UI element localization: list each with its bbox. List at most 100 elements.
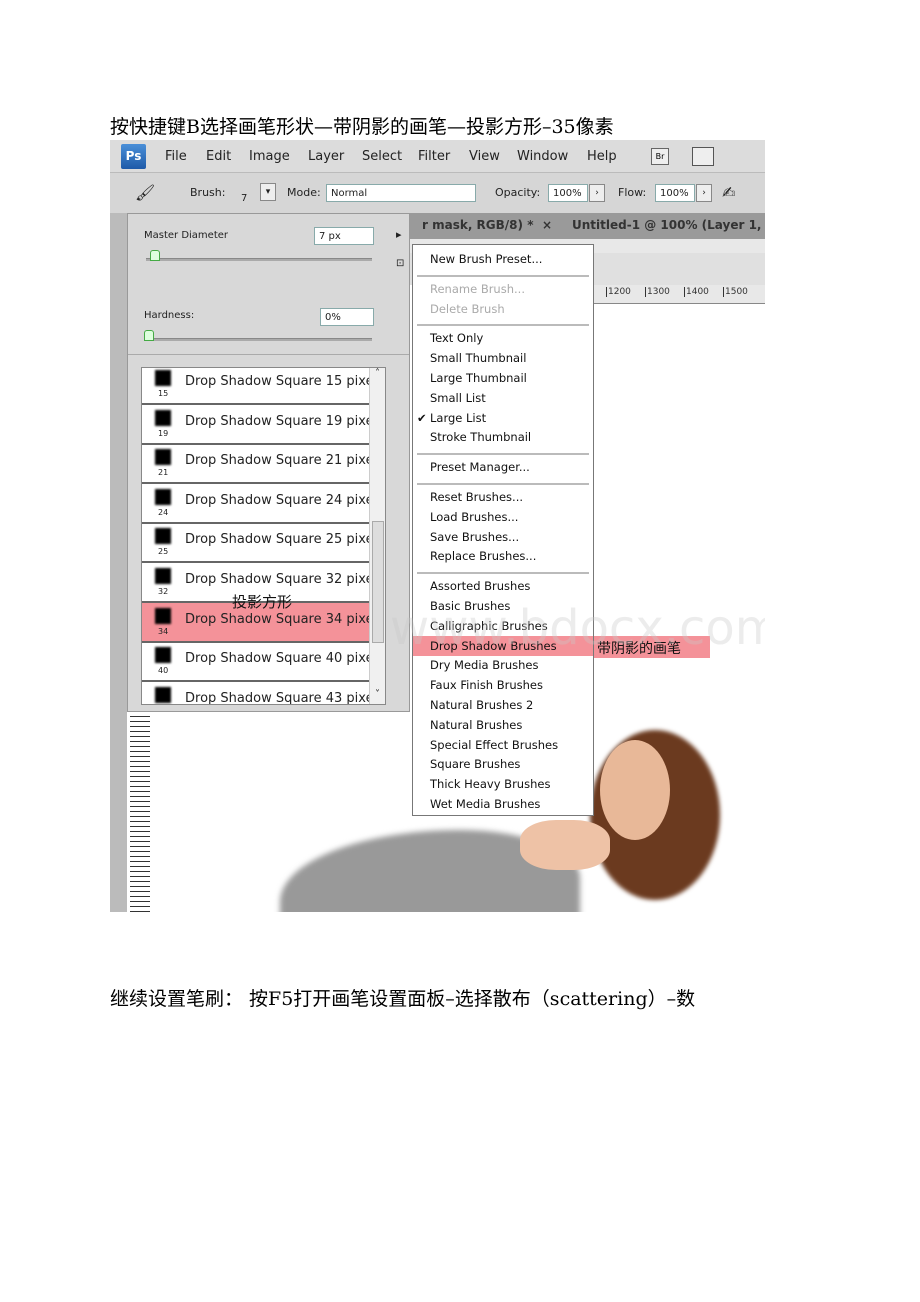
scroll-thumb[interactable] <box>372 521 384 643</box>
brush-picker-button[interactable]: ▾ <box>260 183 276 201</box>
brush-label: Brush: <box>190 186 226 199</box>
menu-item[interactable]: Save Brushes... <box>430 530 519 544</box>
brush-item[interactable]: 25 Drop Shadow Square 25 pixels <box>142 523 384 564</box>
brush-item[interactable]: 40 Drop Shadow Square 40 pixels <box>142 642 384 683</box>
menu-image[interactable]: Image <box>249 149 290 164</box>
top-ruler: 1200 1300 1400 1500 <box>594 285 765 304</box>
hardness-field[interactable]: 0% <box>320 308 374 326</box>
scroll-down-icon[interactable]: ˅ <box>370 689 385 704</box>
flow-field[interactable]: 100% <box>655 184 695 202</box>
menu-item[interactable]: Replace Brushes... <box>430 549 536 563</box>
brush-item[interactable]: 43Drop Shadow Square 43 pixels <box>142 682 384 704</box>
menu-item[interactable]: Large Thumbnail <box>430 371 527 385</box>
tab-document-1[interactable]: r mask, RGB/8) * <box>422 218 533 232</box>
menu-item[interactable]: Natural Brushes <box>430 718 522 732</box>
menu-item[interactable]: Reset Brushes... <box>430 490 523 504</box>
menu-item[interactable]: Special Effect Brushes <box>430 738 558 752</box>
brush-list-scrollbar[interactable]: ˄ ˅ <box>369 368 385 704</box>
menu-layer[interactable]: Layer <box>308 149 344 164</box>
brush-size: 32 <box>158 587 169 596</box>
menu-item[interactable]: Dry Media Brushes <box>430 658 539 672</box>
brush-item[interactable]: 21 Drop Shadow Square 21 pixels <box>142 444 384 485</box>
menu-item[interactable]: Natural Brushes 2 <box>430 698 533 712</box>
menu-window[interactable]: Window <box>517 149 568 164</box>
brush-list: 43Drop Shadow Square 43 pixels 40 Drop Sha… <box>141 367 386 705</box>
mode-label: Mode: <box>287 186 321 199</box>
brush-size: 34 <box>158 626 169 636</box>
menu-item[interactable]: Small Thumbnail <box>430 351 526 365</box>
brush-item[interactable]: 19 Drop Shadow Square 19 pixels <box>142 405 384 445</box>
ruler-tick-label: 1400 <box>684 287 709 297</box>
left-ruler-strip <box>110 213 127 912</box>
hardness-knob[interactable] <box>144 330 154 341</box>
brush-annotation: 投影方形 <box>232 593 293 611</box>
menu-item[interactable]: Faux Finish Brushes <box>430 678 543 692</box>
menu-item[interactable]: Text Only <box>430 331 483 345</box>
brush-item[interactable]: 15 Drop Shadow Square 15 pixels <box>142 368 384 405</box>
menu-help[interactable]: Help <box>587 149 617 164</box>
brush-panel-menu: New Brush Preset... Rename Brush... Delete… <box>412 244 594 816</box>
menu-item[interactable]: Load Brushes... <box>430 510 518 524</box>
opacity-field[interactable]: 100% <box>548 184 588 202</box>
menu-filter[interactable]: Filter <box>418 149 450 164</box>
brush-name: Drop Shadow Square 34 pixels <box>185 611 384 627</box>
ps-logo: Ps <box>121 144 146 169</box>
brush-thumbnail-icon <box>155 647 171 664</box>
menu-view[interactable]: View <box>469 149 500 164</box>
menu-item: Delete Brush <box>430 301 505 316</box>
mode-select[interactable]: Normal <box>326 184 476 202</box>
menu-item[interactable]: Assorted Brushes <box>430 579 530 593</box>
brush-thumbnail-icon <box>155 449 171 466</box>
ruler-tick-label: 1200 <box>606 287 631 297</box>
menu-bar: Ps File Edit Image Layer Select Filter View Win… <box>110 140 765 173</box>
tab-close-icon[interactable]: × <box>542 218 552 232</box>
menu-item[interactable]: Stroke Thumbnail <box>430 430 531 444</box>
menu-item[interactable]: Square Brushes <box>430 757 520 771</box>
menu-file[interactable]: File <box>165 149 187 164</box>
menu-item[interactable]: New Brush Preset... <box>430 252 542 266</box>
panel-menu-arrow-icon[interactable]: ▸ <box>396 228 402 241</box>
ruler-tick-label: 1500 <box>723 287 748 297</box>
menu-item: Rename Brush... <box>430 281 525 296</box>
master-diameter-slider[interactable] <box>146 258 372 261</box>
scroll-up-icon[interactable]: ˄ <box>370 368 385 383</box>
brush-name: Drop Shadow Square 43 pixels <box>185 690 384 705</box>
brush-thumbnail-icon <box>155 370 171 386</box>
master-diameter-knob[interactable] <box>150 250 160 261</box>
menu-edit[interactable]: Edit <box>206 149 231 164</box>
brush-name: Drop Shadow Square 32 pixels <box>185 572 384 587</box>
brush-thumbnail-icon <box>155 488 171 505</box>
opacity-label: Opacity: <box>495 186 541 199</box>
brush-name: Drop Shadow Square 19 pixels <box>185 413 384 429</box>
brush-size: 24 <box>158 507 169 517</box>
new-preset-icon[interactable]: ⊡ <box>396 258 404 269</box>
menu-separator <box>417 572 589 575</box>
tab-document-2[interactable]: Untitled-1 @ 100% (Layer 1, <box>572 218 761 232</box>
menu-separator <box>417 483 589 485</box>
check-icon: ✔ <box>417 410 427 425</box>
brush-thumbnail-icon <box>155 607 171 624</box>
bridge-button[interactable]: Br <box>651 148 669 165</box>
brush-size: 25 <box>158 547 169 557</box>
menu-item[interactable]: Thick Heavy Brushes <box>430 777 550 791</box>
screen-mode-icon[interactable] <box>692 147 714 166</box>
flow-slider-button[interactable]: › <box>696 184 712 202</box>
brush-tool-icon[interactable]: 🖌 <box>135 183 155 202</box>
master-diameter-field[interactable]: 7 px <box>314 227 374 245</box>
ruler-tick-label: 1300 <box>645 287 670 297</box>
brush-item[interactable]: 24 Drop Shadow Square 24 pixels <box>142 484 384 524</box>
menu-item[interactable]: Wet Media Brushes <box>430 797 540 811</box>
menu-item[interactable]: Large List <box>430 411 486 425</box>
hardness-label: Hardness: <box>144 310 195 321</box>
airbrush-icon[interactable]: ✍ <box>722 183 735 202</box>
brush-thumbnail-icon <box>155 409 171 426</box>
menu-item[interactable]: Preset Manager... <box>430 460 530 474</box>
heading-text: 按快捷键B选择画笔形状—带阴影的画笔—投影方形–35像素 <box>110 116 614 138</box>
brush-name: Drop Shadow Square 21 pixels <box>185 453 384 469</box>
menu-item[interactable]: Small List <box>430 391 486 405</box>
menu-select[interactable]: Select <box>362 149 402 164</box>
options-bar: 🖌 Brush: 7 ▾ Mode: Normal Opacity: 100% … <box>110 173 765 214</box>
hardness-slider[interactable] <box>146 338 372 341</box>
opacity-slider-button[interactable]: › <box>589 184 605 202</box>
left-ruler <box>130 712 150 912</box>
